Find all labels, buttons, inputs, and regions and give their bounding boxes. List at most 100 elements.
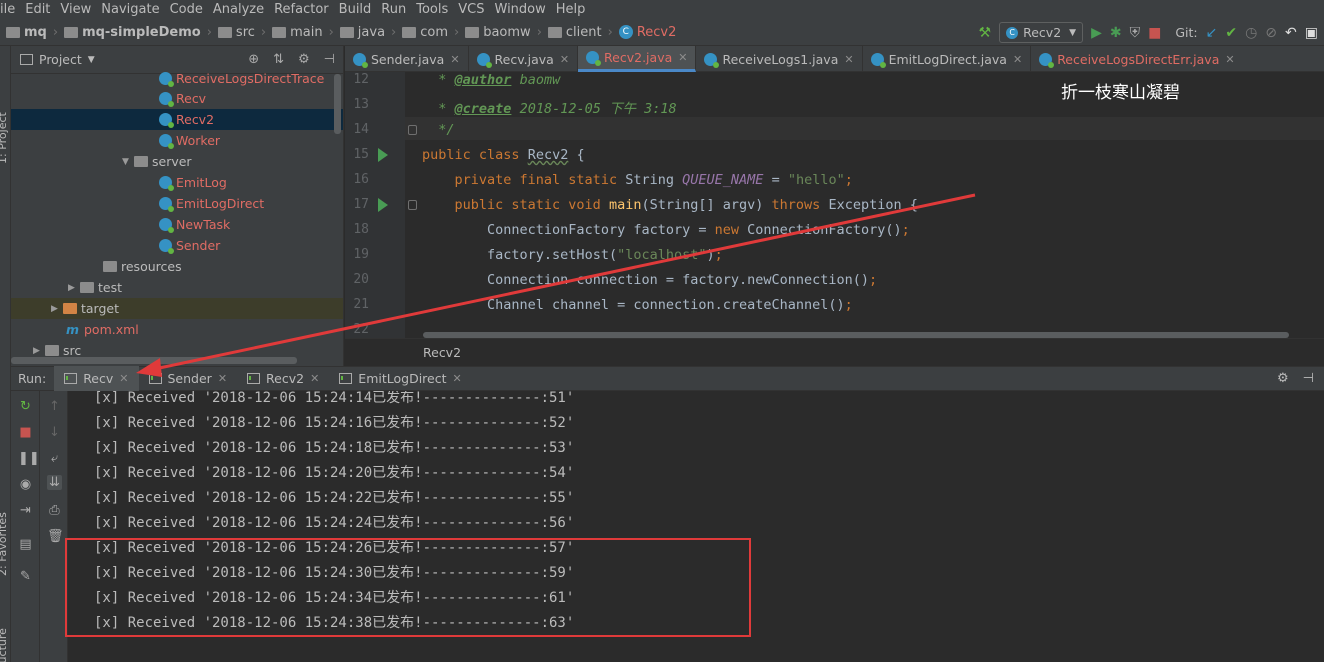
menu-help[interactable]: Help xyxy=(551,2,591,17)
menu-tools[interactable]: Tools xyxy=(411,2,453,17)
menu-analyze[interactable]: Analyze xyxy=(208,2,269,17)
menu-view[interactable]: View xyxy=(55,2,96,17)
menu-file[interactable]: ile xyxy=(0,2,20,17)
close-icon[interactable]: ✕ xyxy=(1013,53,1022,66)
tab-receivelogs1-java[interactable]: ReceiveLogs1.java ✕ xyxy=(696,46,863,72)
run-icon[interactable]: ▶ xyxy=(1091,26,1102,40)
menu-vcs[interactable]: VCS xyxy=(453,2,489,17)
close-icon[interactable]: ✕ xyxy=(119,372,128,385)
menu-window[interactable]: Window xyxy=(490,2,551,17)
stop-icon[interactable]: ■ xyxy=(1148,26,1161,40)
pause-icon[interactable]: ❚❚ xyxy=(18,451,40,466)
undo-icon[interactable]: ↶ xyxy=(1285,26,1297,40)
editor-breadcrumb-class[interactable]: Recv2 xyxy=(423,345,461,360)
tree-item-recv2[interactable]: Recv2 xyxy=(11,109,343,130)
scroll-to-end-icon[interactable]: ⇊ xyxy=(47,475,62,490)
run-main-gutter-icon[interactable] xyxy=(378,198,388,212)
project-horizontal-scrollbar[interactable] xyxy=(11,357,297,364)
close-icon[interactable]: ✕ xyxy=(560,53,569,66)
pin-icon[interactable]: ✎ xyxy=(18,569,33,584)
git-commit-check-icon[interactable]: ✔ xyxy=(1225,26,1237,40)
breadcrumb-recv2[interactable]: C Recv2 xyxy=(613,25,676,40)
tree-item-server[interactable]: ▼ server xyxy=(11,151,343,172)
search-everywhere-icon[interactable]: ▣ xyxy=(1305,26,1318,40)
tab-recv-java[interactable]: Recv.java ✕ xyxy=(469,46,579,72)
debug-bug-icon[interactable]: ✱ xyxy=(1110,26,1122,40)
breadcrumb-client[interactable]: client › xyxy=(542,25,613,40)
breadcrumb-mq[interactable]: mq › xyxy=(0,25,58,40)
fold-marker-icon[interactable] xyxy=(408,125,417,135)
run-tab-recv[interactable]: Recv ✕ xyxy=(54,366,139,391)
chevron-down-icon[interactable]: ▼ xyxy=(88,55,95,65)
hide-minus-icon[interactable]: ⊣ xyxy=(324,52,335,67)
close-icon[interactable]: ✕ xyxy=(844,53,853,66)
gear-icon[interactable]: ⚙ xyxy=(298,52,310,67)
soft-wrap-icon[interactable]: ⤶ xyxy=(47,451,62,466)
close-icon[interactable]: ✕ xyxy=(450,53,459,66)
git-revert-icon[interactable]: ⊘ xyxy=(1265,26,1277,40)
breadcrumb-src[interactable]: src › xyxy=(212,25,266,40)
close-icon[interactable]: ✕ xyxy=(218,372,227,385)
run-tab-recv2[interactable]: Recv2 ✕ xyxy=(237,366,329,391)
menu-build[interactable]: Build xyxy=(334,2,377,17)
menu-run[interactable]: Run xyxy=(376,2,411,17)
hide-minus-icon[interactable]: ⊣ xyxy=(1303,371,1314,386)
git-update-arrow-icon[interactable]: ↙ xyxy=(1206,26,1218,40)
favorites-tool-button[interactable]: 2: Favorites xyxy=(0,512,9,576)
exit-icon[interactable]: ⇥ xyxy=(18,503,33,518)
layout-icon[interactable]: ▤ xyxy=(18,537,33,552)
close-icon[interactable]: ✕ xyxy=(453,372,462,385)
tree-item-pom[interactable]: m pom.xml xyxy=(11,319,343,340)
menu-refactor[interactable]: Refactor xyxy=(269,2,334,17)
project-vertical-scrollbar[interactable] xyxy=(334,74,341,134)
run-configuration-select[interactable]: C Recv2 ▼ xyxy=(999,22,1084,43)
tree-item-target[interactable]: ▶ target xyxy=(11,298,343,319)
close-icon[interactable]: ✕ xyxy=(310,372,319,385)
tree-item-newtask[interactable]: NewTask xyxy=(11,214,343,235)
collapse-triangle-icon[interactable]: ▶ xyxy=(68,283,80,293)
collapse-all-icon[interactable]: ⇅ xyxy=(273,52,284,67)
scroll-up-arrow-icon[interactable]: ↑ xyxy=(47,399,62,414)
stop-icon[interactable]: ■ xyxy=(18,425,33,440)
menu-navigate[interactable]: Navigate xyxy=(96,2,164,17)
run-class-gutter-icon[interactable] xyxy=(378,148,388,162)
collapse-triangle-icon[interactable]: ▶ xyxy=(33,346,45,356)
git-history-clock-icon[interactable]: ◷ xyxy=(1245,26,1257,40)
close-icon[interactable]: ✕ xyxy=(678,51,687,64)
run-tab-emitlogdirect[interactable]: EmitLogDirect ✕ xyxy=(329,366,471,391)
breadcrumb-main[interactable]: main › xyxy=(266,25,334,40)
coverage-shield-icon[interactable]: ⛨ xyxy=(1130,26,1141,40)
breadcrumb-com[interactable]: com › xyxy=(396,25,459,40)
scroll-down-arrow-icon[interactable]: ↓ xyxy=(47,425,62,440)
build-hammer-icon[interactable]: ⚒ xyxy=(979,26,992,40)
tab-emitlogdirect-java[interactable]: EmitLogDirect.java ✕ xyxy=(863,46,1032,72)
tree-item-worker[interactable]: Worker xyxy=(11,130,343,151)
collapse-triangle-icon[interactable]: ▶ xyxy=(51,304,63,314)
menu-edit[interactable]: Edit xyxy=(20,2,55,17)
tree-item-emitlog[interactable]: EmitLog xyxy=(11,172,343,193)
breadcrumb-java[interactable]: java › xyxy=(334,25,396,40)
project-view-select[interactable]: Project xyxy=(39,52,82,67)
breadcrumb-baomw[interactable]: baomw › xyxy=(459,25,542,40)
locate-target-icon[interactable]: ⊕ xyxy=(248,52,259,67)
print-icon[interactable]: ⎙ xyxy=(47,503,62,518)
trash-clear-icon[interactable]: 🗑 xyxy=(47,529,64,544)
tree-item-sender[interactable]: Sender xyxy=(11,235,343,256)
tree-item-emitlogdirect[interactable]: EmitLogDirect xyxy=(11,193,343,214)
close-icon[interactable]: ✕ xyxy=(1225,53,1234,66)
tree-item-test[interactable]: ▶ test xyxy=(11,277,343,298)
tree-item-receivelogsdirecttrace[interactable]: ReceiveLogsDirectTrace xyxy=(11,68,343,89)
menu-code[interactable]: Code xyxy=(165,2,208,17)
gear-icon[interactable]: ⚙ xyxy=(1277,371,1289,386)
code-editor[interactable]: 12 13 14 15 16 17 18 19 20 21 22 * @auth… xyxy=(345,72,1324,338)
run-tab-sender[interactable]: Sender ✕ xyxy=(139,366,238,391)
structure-tool-button[interactable]: Z: Structure xyxy=(0,628,9,662)
rerun-icon[interactable]: ↻ xyxy=(18,399,33,414)
fold-marker-icon[interactable] xyxy=(408,200,417,210)
camera-dump-threads-icon[interactable]: ◉ xyxy=(18,477,33,492)
project-tool-button[interactable]: 1: Project xyxy=(0,112,9,164)
tab-recv2-java[interactable]: Recv2.java ✕ xyxy=(578,46,697,72)
breadcrumb-module[interactable]: mq-simpleDemo › xyxy=(58,25,212,40)
expand-triangle-icon[interactable]: ▼ xyxy=(122,157,134,167)
tab-receivelogsdirecterr-java[interactable]: ReceiveLogsDirectErr.java ✕ xyxy=(1031,46,1242,72)
